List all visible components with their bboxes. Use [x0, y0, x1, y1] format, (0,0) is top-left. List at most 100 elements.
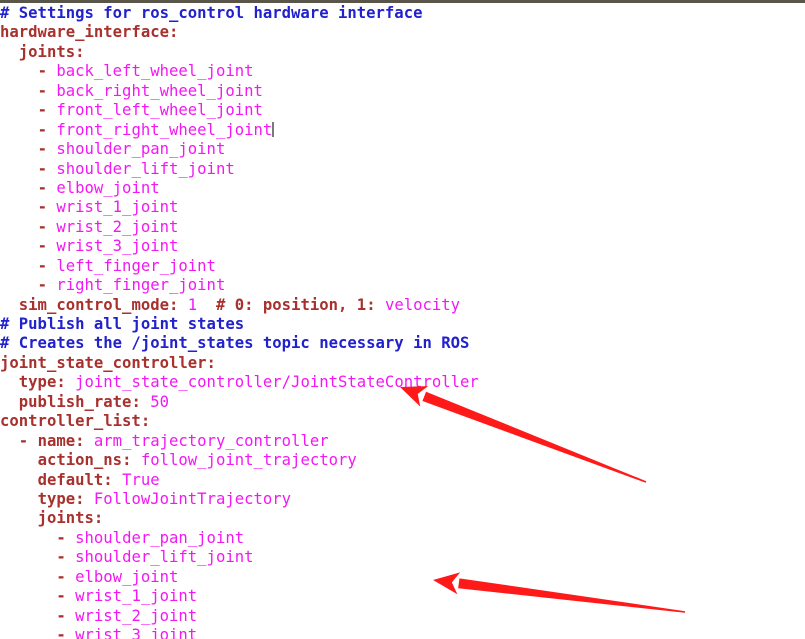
code-line[interactable]: - shoulder_pan_joint — [0, 140, 805, 159]
code-line[interactable]: - elbow_joint — [0, 568, 805, 587]
code-token: : — [56, 373, 76, 392]
code-token: : — [93, 509, 104, 528]
code-line[interactable]: default: True — [0, 471, 805, 490]
code-token: : — [206, 353, 216, 372]
code-line[interactable]: - shoulder_pan_joint — [0, 529, 805, 548]
code-token: elbow_joint — [75, 567, 179, 586]
code-token: - — [56, 606, 76, 625]
code-token: - — [56, 626, 76, 639]
code-token: wrist_2_joint — [56, 217, 179, 236]
code-token: : — [169, 295, 188, 314]
code-line[interactable]: - wrist_2_joint — [0, 607, 805, 626]
text-caret — [272, 121, 275, 137]
code-line[interactable]: hardware_interface: — [0, 23, 805, 42]
code-token: - — [37, 256, 57, 275]
code-token: # Creates the /joint_states topic necess… — [0, 334, 470, 353]
code-token: type — [18, 373, 57, 392]
code-token: wrist_3_joint — [75, 626, 198, 639]
code-token: name — [37, 431, 76, 450]
code-line[interactable]: controller_list: — [0, 412, 805, 431]
code-token: - — [37, 101, 57, 120]
code-token: joints — [37, 509, 94, 528]
code-token: - — [37, 198, 57, 217]
code-line[interactable]: - elbow_joint — [0, 179, 805, 198]
code-line[interactable]: - wrist_3_joint — [0, 626, 805, 639]
code-token: # 0 — [215, 295, 245, 314]
yaml-code-editor[interactable]: # Settings for ros_control hardware inte… — [0, 3, 805, 639]
code-token: # Settings for ros_control hardware inte… — [0, 4, 423, 22]
code-token: - — [37, 237, 57, 256]
code-line[interactable]: - wrist_3_joint — [0, 237, 805, 256]
code-line[interactable]: - wrist_2_joint — [0, 218, 805, 237]
code-token: FollowJointTrajectory — [93, 489, 292, 508]
code-line[interactable]: # Publish all joint states — [0, 315, 805, 334]
code-token: wrist_1_joint — [56, 198, 179, 217]
code-token: position, 1 — [262, 295, 367, 314]
code-line[interactable]: joints: — [0, 509, 805, 528]
code-token: hardware_interface — [0, 23, 169, 42]
code-line[interactable]: type: FollowJointTrajectory — [0, 490, 805, 509]
code-token: : — [366, 295, 385, 314]
code-token: wrist_2_joint — [75, 606, 198, 625]
code-line[interactable]: - left_finger_joint — [0, 257, 805, 276]
code-token: - — [37, 159, 57, 178]
code-line[interactable]: # Settings for ros_control hardware inte… — [0, 4, 805, 23]
code-token: back_left_wheel_joint — [56, 62, 254, 81]
code-line[interactable]: type: joint_state_controller/JointStateC… — [0, 373, 805, 392]
code-line[interactable]: - right_finger_joint — [0, 276, 805, 295]
code-token: joints — [18, 42, 76, 61]
code-token: - — [37, 120, 57, 139]
code-line[interactable]: - name: arm_trajectory_controller — [0, 432, 805, 451]
code-line[interactable]: publish_rate: 50 — [0, 393, 805, 412]
code-token: right_finger_joint — [56, 276, 226, 295]
code-line[interactable]: joint_state_controller: — [0, 354, 805, 373]
code-token: elbow_joint — [56, 178, 160, 197]
code-line[interactable]: # Creates the /joint_states topic necess… — [0, 334, 805, 353]
editor-window: # Settings for ros_control hardware inte… — [0, 0, 805, 639]
code-token: wrist_3_joint — [56, 237, 179, 256]
code-token: : — [75, 489, 94, 508]
code-line[interactable]: - shoulder_lift_joint — [0, 160, 805, 179]
code-token: 1 — [187, 295, 198, 314]
code-line[interactable]: - back_left_wheel_joint — [0, 62, 805, 81]
code-line[interactable]: sim_control_mode: 1 # 0: position, 1: ve… — [0, 296, 805, 315]
code-token: follow_joint_trajectory — [140, 451, 357, 470]
code-line[interactable]: - front_right_wheel_joint — [0, 121, 805, 140]
code-line[interactable]: action_ns: follow_joint_trajectory — [0, 451, 805, 470]
code-line[interactable]: - wrist_1_joint — [0, 198, 805, 217]
code-token: sim_control_mode — [18, 295, 169, 314]
code-token: - — [37, 62, 57, 81]
code-token: - — [37, 276, 57, 295]
code-token: - — [56, 567, 76, 586]
code-line[interactable]: - wrist_1_joint — [0, 587, 805, 606]
code-line[interactable]: - shoulder_lift_joint — [0, 548, 805, 567]
code-token: : — [75, 431, 94, 450]
code-line[interactable]: - front_left_wheel_joint — [0, 101, 805, 120]
code-line[interactable]: joints: — [0, 43, 805, 62]
code-token: : — [75, 42, 85, 61]
code-token: : — [169, 23, 179, 42]
code-line[interactable]: - back_right_wheel_joint — [0, 82, 805, 101]
code-token: joint_state_controller/JointStateControl… — [75, 373, 479, 392]
code-token: : — [140, 412, 151, 431]
code-token: joint_state_controller — [0, 353, 207, 372]
code-token: back_right_wheel_joint — [56, 81, 263, 100]
